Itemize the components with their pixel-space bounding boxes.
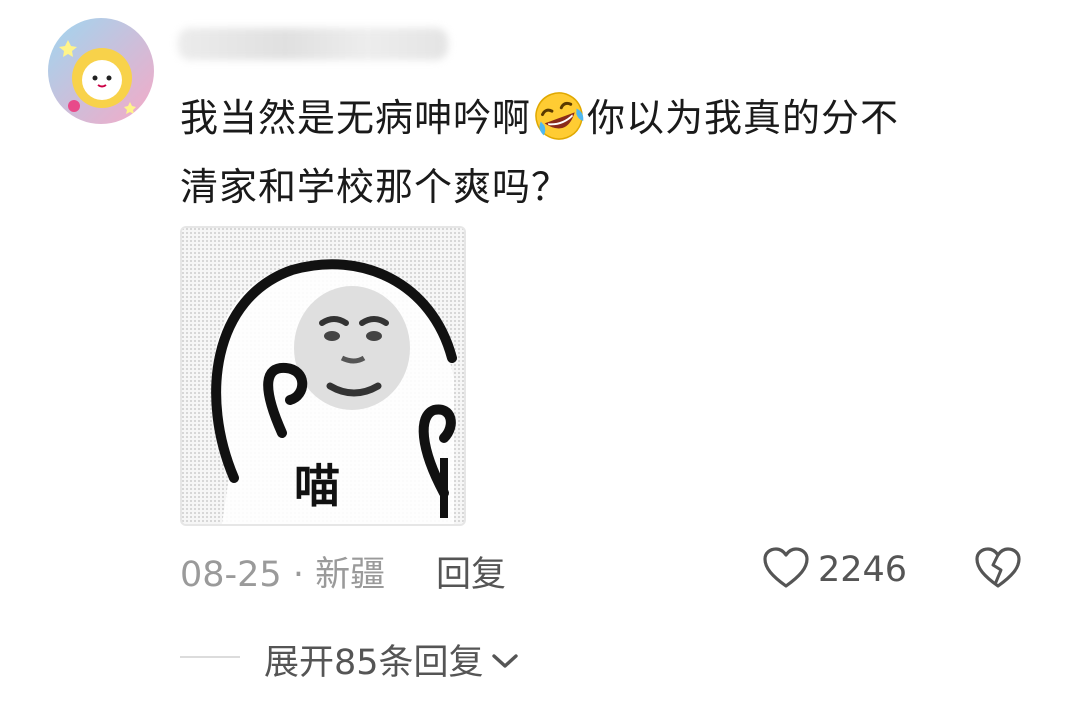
- comment-text-line2: 清家和学校那个爽吗？: [180, 165, 571, 209]
- chevron-down-icon: [490, 640, 520, 680]
- dislike-button[interactable]: [974, 546, 1022, 594]
- comment-meta: 08-25 · 新疆: [180, 546, 385, 597]
- user-avatar[interactable]: [48, 18, 154, 124]
- meta-separator: ·: [281, 555, 316, 595]
- expand-replies-button[interactable]: 展开85条回复: [264, 634, 520, 685]
- comment-text-part1: 我当然是无病呻吟啊: [180, 96, 532, 140]
- comment-date: 08-25: [180, 555, 282, 595]
- reply-button[interactable]: 回复: [436, 546, 506, 597]
- comment-text: 我当然是无病呻吟啊 你以为我真的分不 清家和学校那个爽吗？: [180, 84, 1020, 222]
- broken-heart-icon: [974, 547, 1022, 594]
- like-count: 2246: [818, 550, 908, 590]
- comment-text-part2: 你以为我真的分不: [587, 96, 900, 140]
- meme-sticker-image[interactable]: 喵: [180, 226, 466, 526]
- comment-location: 新疆: [315, 555, 386, 595]
- replies-divider: [180, 656, 240, 658]
- sticker-caption: 喵: [294, 459, 340, 513]
- like-button[interactable]: 2246: [762, 546, 907, 594]
- expand-replies-label: 展开85条回复: [264, 643, 484, 683]
- heart-outline-icon: [762, 546, 810, 594]
- rofl-emoji-icon: [532, 89, 586, 143]
- username-blurred[interactable]: [178, 28, 448, 60]
